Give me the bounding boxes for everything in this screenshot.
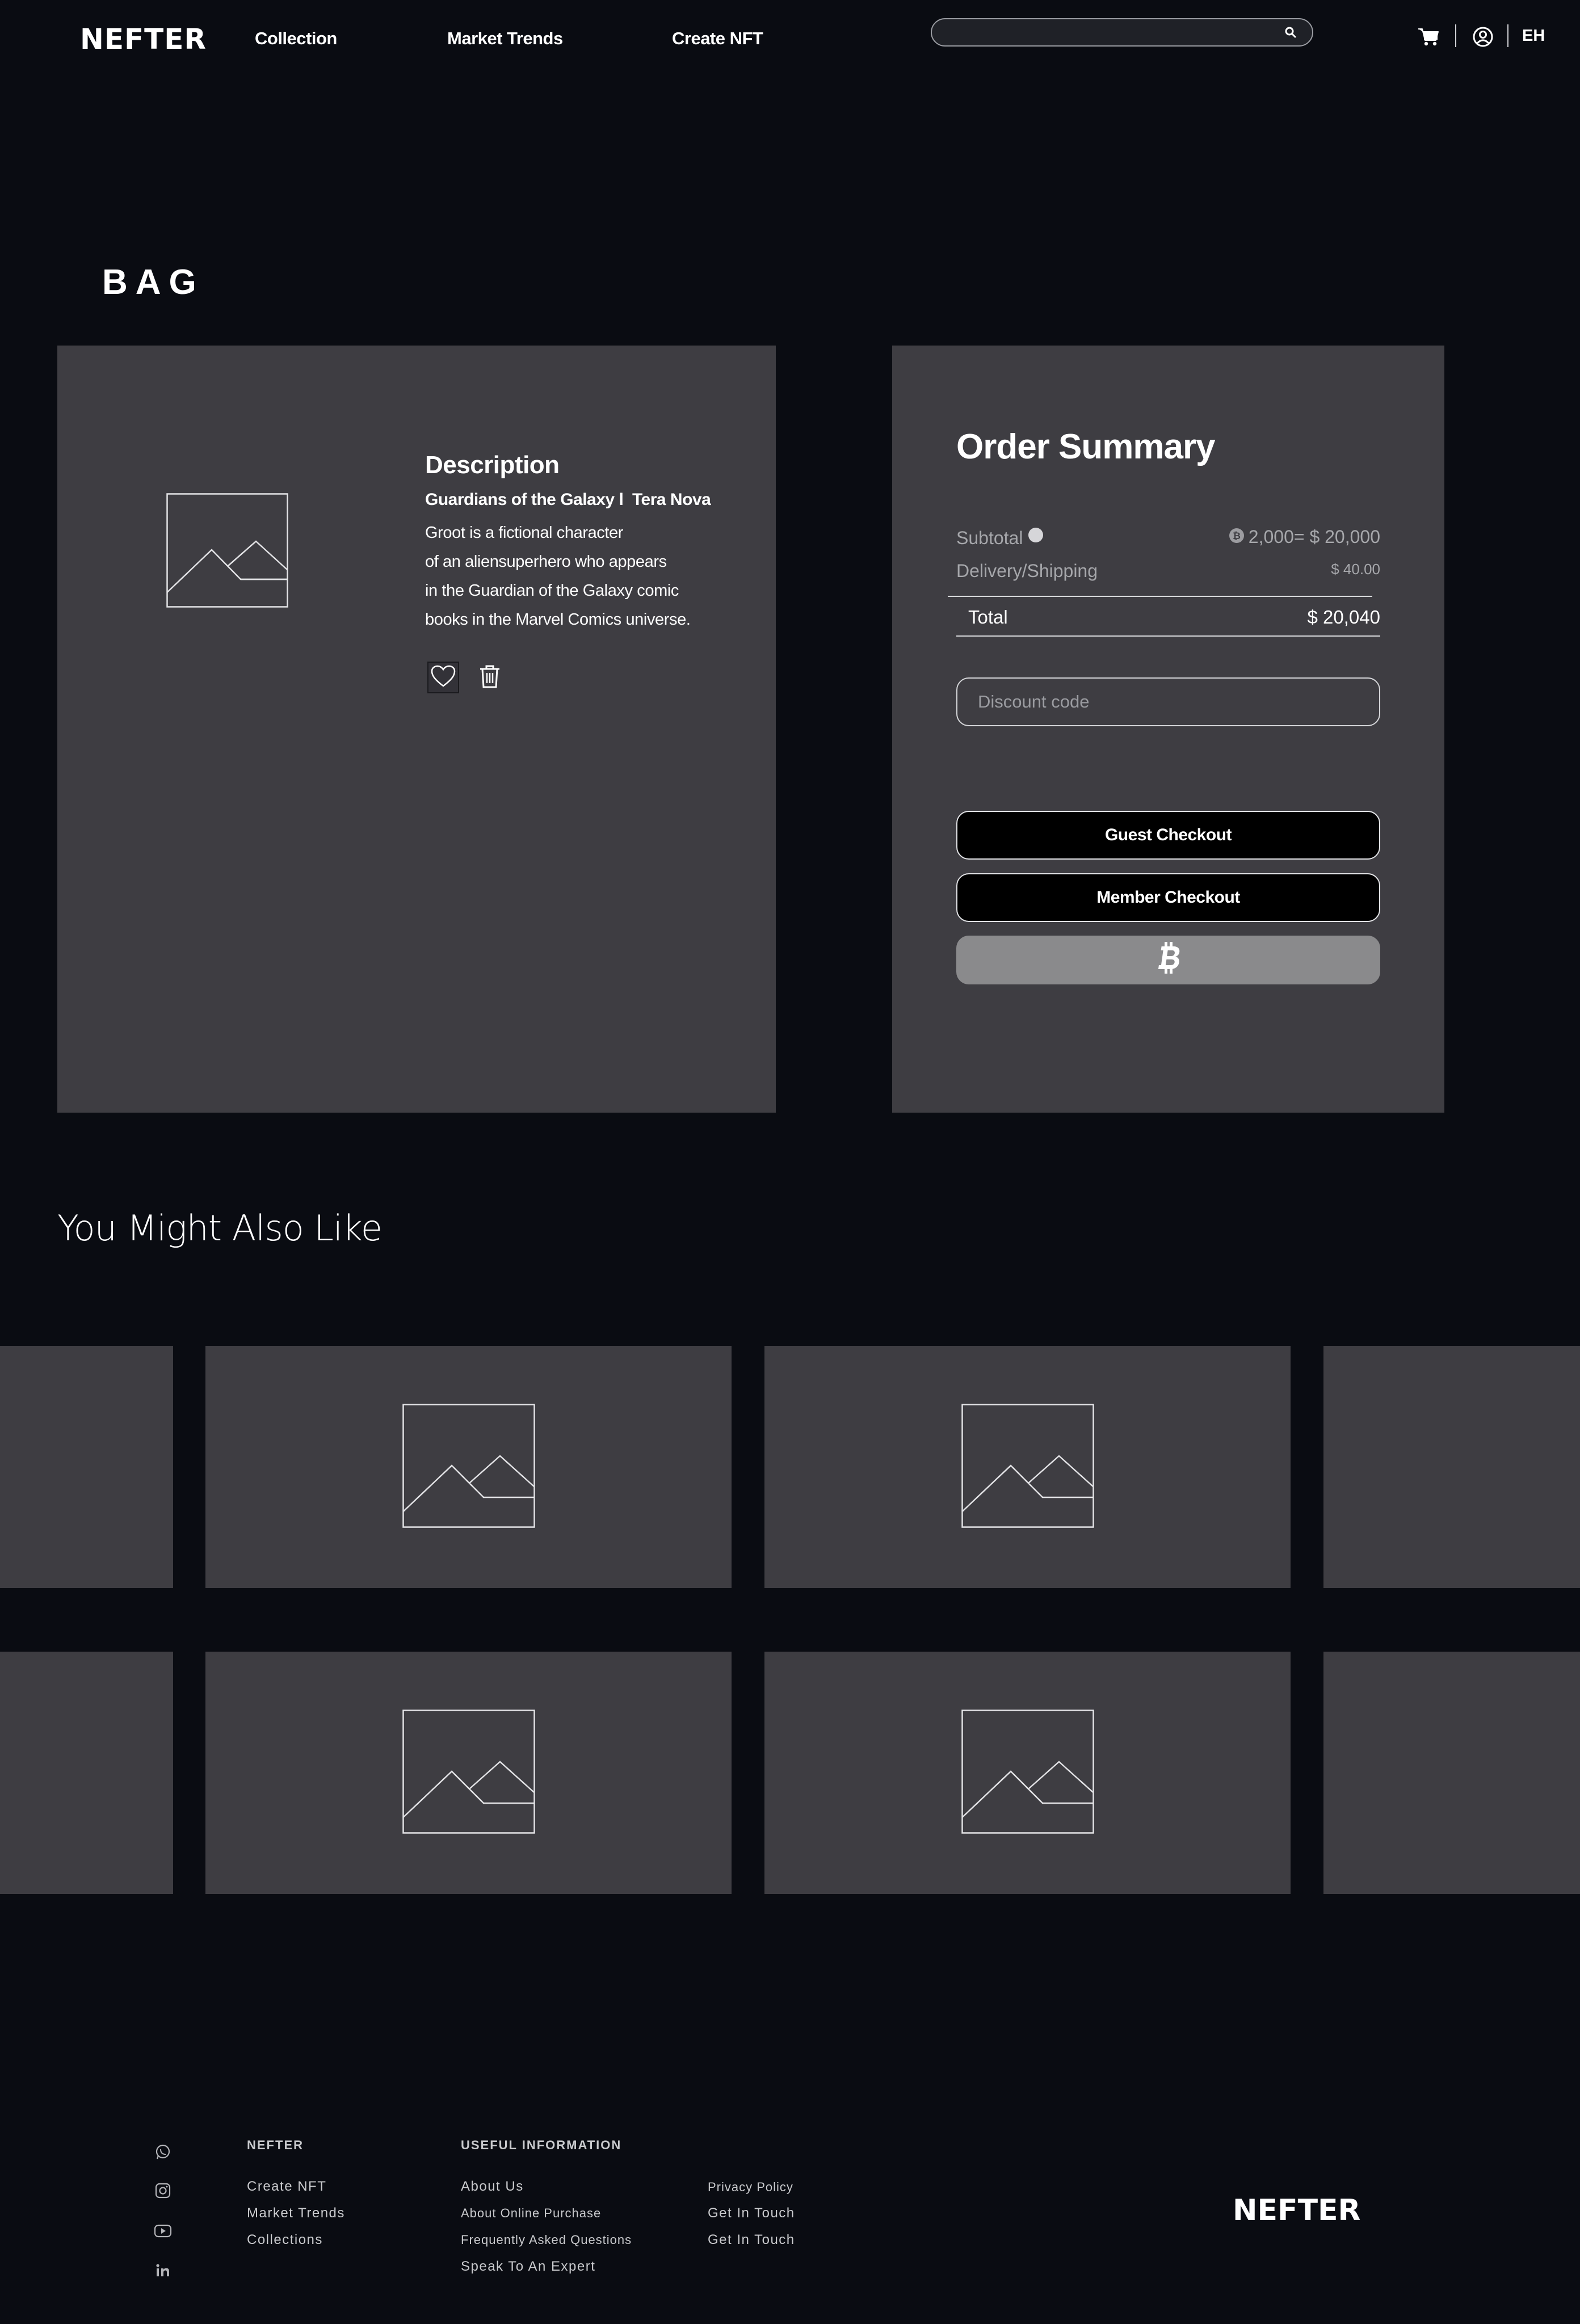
linkedin-icon[interactable] (152, 2260, 174, 2281)
whatsapp-icon[interactable] (152, 2141, 174, 2163)
discount-code-field (956, 677, 1380, 726)
footer-link-speak-to-expert[interactable]: Speak To An Expert (461, 2259, 595, 2275)
search-bar (931, 18, 1313, 47)
item-description: Groot is a fictional character of an ali… (425, 519, 720, 634)
bitcoin-checkout-button[interactable] (956, 936, 1380, 984)
header-divider (1455, 24, 1456, 47)
header-logo[interactable]: NEFTER (80, 23, 207, 56)
product-card[interactable] (764, 1346, 1291, 1588)
description-line: in the Guardian of the Galaxy comic (425, 582, 679, 600)
image-placeholder-icon (402, 1403, 535, 1531)
bag-item-panel (57, 346, 776, 1113)
svg-text:₿: ₿ (1233, 531, 1241, 542)
product-card[interactable] (1323, 1346, 1580, 1588)
description-line: of an aliensuperhero who appears (425, 553, 667, 571)
product-card[interactable] (0, 1652, 173, 1894)
favorite-button[interactable] (427, 662, 459, 693)
product-card[interactable] (1323, 1652, 1580, 1894)
search-icon[interactable] (1284, 26, 1297, 39)
bitcoin-icon (1156, 941, 1181, 979)
footer-link-collections[interactable]: Collections (247, 2232, 323, 2248)
page-title: BAG (102, 263, 204, 302)
footer-link-about-us[interactable]: About Us (461, 2179, 524, 2195)
user-account-icon[interactable] (1472, 23, 1494, 51)
delivery-value: $ 40.00 (1331, 561, 1380, 578)
remove-item-button[interactable] (474, 662, 506, 693)
total-value: $ 20,040 (1307, 607, 1380, 628)
footer-heading-nefter: NEFTER (247, 2138, 304, 2152)
delivery-label: Delivery/Shipping (956, 561, 1098, 581)
summary-divider (948, 596, 1372, 597)
nav-collection[interactable]: Collection (255, 28, 337, 49)
summary-divider (956, 635, 1380, 637)
youtube-icon[interactable] (152, 2220, 174, 2242)
image-placeholder-icon (961, 1403, 1094, 1531)
footer-link-privacy-policy[interactable]: Privacy Policy (708, 2180, 793, 2195)
item-description-title: Description (425, 451, 560, 479)
cart-icon[interactable] (1417, 23, 1440, 51)
product-card[interactable] (764, 1652, 1291, 1894)
info-icon[interactable] (1027, 527, 1044, 546)
product-card[interactable] (0, 1346, 173, 1588)
trash-icon (478, 664, 501, 692)
footer-link-create-nft[interactable]: Create NFT (247, 2179, 326, 2195)
footer-link-faq[interactable]: Frequently Asked Questions (461, 2233, 632, 2247)
image-placeholder-icon (402, 1709, 535, 1837)
footer-link-market-trends[interactable]: Market Trends (247, 2205, 345, 2221)
item-subtitle: Guardians of the Galaxy l Tera Nova (425, 490, 711, 509)
subtotal-label: Subtotal (956, 528, 1023, 548)
footer-link-get-in-touch[interactable]: Get In Touch (708, 2205, 795, 2221)
guest-checkout-button[interactable]: Guest Checkout (956, 811, 1380, 860)
total-label: Total (968, 607, 1008, 628)
discount-code-input[interactable] (957, 679, 1379, 725)
footer-logo[interactable]: NEFTER (1233, 2194, 1361, 2228)
heart-icon (431, 665, 456, 691)
footer-link-get-in-touch[interactable]: Get In Touch (708, 2232, 795, 2248)
instagram-icon[interactable] (152, 2180, 174, 2201)
member-checkout-button[interactable]: Member Checkout (956, 873, 1380, 922)
product-card[interactable] (205, 1652, 732, 1894)
recommendations-title: You Might Also Like (57, 1207, 383, 1249)
nav-create-nft[interactable]: Create NFT (672, 28, 763, 49)
description-line: Groot is a fictional character (425, 524, 624, 542)
order-summary-title: Order Summary (956, 427, 1216, 466)
language-selector[interactable]: EH (1522, 27, 1545, 45)
product-card[interactable] (205, 1346, 732, 1588)
description-line: books in the Marvel Comics universe. (425, 611, 691, 629)
subtotal-value: 2,000= $ 20,000 (1248, 527, 1380, 547)
search-input[interactable] (932, 19, 1300, 45)
bitcoin-coin-icon: ₿ (1228, 527, 1245, 547)
header-divider (1507, 24, 1508, 47)
subtotal-value-group: ₿ 2,000= $ 20,000 (1228, 527, 1380, 548)
footer-heading-useful-info: USEFUL INFORMATION (461, 2138, 622, 2152)
image-placeholder-icon (166, 493, 288, 611)
image-placeholder-icon (961, 1709, 1094, 1837)
footer-link-online-purchase[interactable]: About Online Purchase (461, 2206, 601, 2221)
nav-market-trends[interactable]: Market Trends (447, 28, 563, 49)
